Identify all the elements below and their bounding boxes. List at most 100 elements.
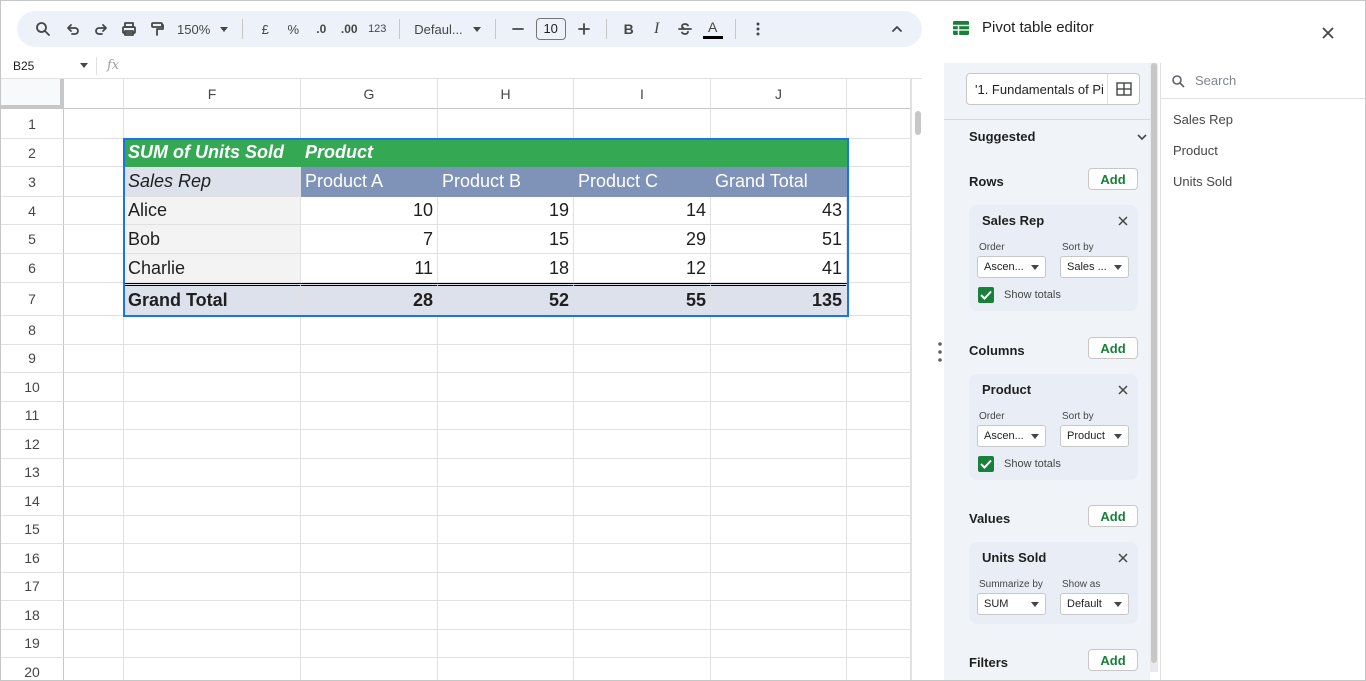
redo-icon[interactable]: [87, 15, 115, 43]
grid-cell[interactable]: [64, 167, 124, 197]
scrollbar-thumb[interactable]: [1151, 63, 1157, 663]
grid-cell[interactable]: [574, 401, 711, 430]
increase-decimal-button[interactable]: .00: [335, 15, 363, 43]
column-header-e[interactable]: [64, 79, 124, 109]
pivot-column-header[interactable]: Product A: [301, 167, 438, 197]
grid-cell[interactable]: [124, 487, 301, 516]
grid-cell[interactable]: [847, 629, 911, 658]
grid-cell[interactable]: [438, 401, 574, 430]
pivot-value-cell[interactable]: 43: [711, 197, 847, 225]
collapse-toolbar-icon[interactable]: [883, 15, 911, 43]
order-select[interactable]: Ascen...: [977, 425, 1046, 447]
pivot-value-cell[interactable]: 19: [438, 197, 574, 225]
grid-cell[interactable]: [301, 658, 438, 680]
row-header[interactable]: 14: [1, 487, 64, 516]
currency-format-button[interactable]: £: [251, 15, 279, 43]
grid-cell[interactable]: [301, 544, 438, 573]
search-menus-icon[interactable]: [29, 15, 57, 43]
column-header-i[interactable]: I: [574, 79, 711, 109]
row-header[interactable]: 12: [1, 430, 64, 459]
grand-total-cell[interactable]: 52: [438, 283, 574, 316]
grid-cell[interactable]: [847, 283, 911, 316]
pivot-row-label[interactable]: Charlie: [124, 254, 301, 283]
grid-cell[interactable]: [64, 572, 124, 601]
font-select[interactable]: Defaul...: [408, 22, 486, 37]
row-header[interactable]: 16: [1, 544, 64, 573]
pivot-value-cell[interactable]: 12: [574, 254, 711, 283]
grid-cell[interactable]: [124, 544, 301, 573]
grand-total-cell[interactable]: 28: [301, 283, 438, 316]
grid-cell[interactable]: [64, 487, 124, 516]
strikethrough-icon[interactable]: [671, 15, 699, 43]
grid-cell[interactable]: [847, 430, 911, 459]
row-header[interactable]: 8: [1, 316, 64, 345]
font-size-input[interactable]: 10: [535, 18, 566, 40]
grid-cell[interactable]: [64, 544, 124, 573]
percent-format-button[interactable]: %: [279, 15, 307, 43]
add-value-button[interactable]: Add: [1088, 505, 1138, 527]
grid-cell[interactable]: [711, 572, 847, 601]
pivot-value-cell[interactable]: 15: [438, 225, 574, 254]
grid-cell[interactable]: [438, 487, 574, 516]
grid-cell[interactable]: [64, 254, 124, 283]
grid-cell[interactable]: [64, 225, 124, 254]
grid-cell[interactable]: [574, 515, 711, 544]
vertical-scrollbar[interactable]: [911, 79, 922, 680]
grid-cell[interactable]: [711, 430, 847, 459]
grid-cell[interactable]: [124, 572, 301, 601]
grid-cell[interactable]: [711, 401, 847, 430]
grid-cell[interactable]: [711, 109, 847, 139]
grid-cell[interactable]: [438, 344, 574, 373]
add-row-button[interactable]: Add: [1088, 168, 1138, 190]
grid-cell[interactable]: [438, 658, 574, 680]
grid-cell[interactable]: [301, 629, 438, 658]
pivot-value-cell[interactable]: 18: [438, 254, 574, 283]
row-header[interactable]: 6: [1, 254, 64, 283]
row-header[interactable]: 17: [1, 572, 64, 601]
close-icon[interactable]: [1117, 215, 1129, 227]
grid-cell[interactable]: [574, 344, 711, 373]
grid-cell[interactable]: [574, 629, 711, 658]
summarize-by-select[interactable]: SUM: [977, 593, 1046, 615]
sort-by-select[interactable]: Sales ...: [1060, 256, 1129, 278]
grid-cell[interactable]: [438, 572, 574, 601]
grid-cell[interactable]: [847, 254, 911, 283]
pivot-value-cell[interactable]: 7: [301, 225, 438, 254]
pivot-value-cell[interactable]: 41: [711, 254, 847, 283]
pivot-value-cell[interactable]: 10: [301, 197, 438, 225]
pivot-header-fill[interactable]: [438, 139, 847, 167]
grid-cell[interactable]: [124, 373, 301, 402]
grid-cell[interactable]: [438, 316, 574, 345]
grand-total-cell[interactable]: 55: [574, 283, 711, 316]
grid-cell[interactable]: [124, 629, 301, 658]
grid-cell[interactable]: [301, 373, 438, 402]
grid-cell[interactable]: [64, 515, 124, 544]
field-item-sales-rep[interactable]: Sales Rep: [1173, 112, 1233, 127]
grid-cell[interactable]: [438, 430, 574, 459]
row-header[interactable]: 13: [1, 458, 64, 487]
grid-cell[interactable]: [124, 344, 301, 373]
grid-cell[interactable]: [711, 373, 847, 402]
zoom-select[interactable]: 150%: [171, 22, 234, 37]
grid-cell[interactable]: [64, 401, 124, 430]
grid-cell[interactable]: [574, 316, 711, 345]
formula-input[interactable]: [127, 57, 922, 75]
pivot-column-header[interactable]: Product C: [574, 167, 711, 197]
grid-cell[interactable]: [574, 601, 711, 630]
pivot-row-label[interactable]: Alice: [124, 197, 301, 225]
grid-cell[interactable]: [847, 197, 911, 225]
grid-cell[interactable]: [574, 373, 711, 402]
row-header[interactable]: 3: [1, 167, 64, 197]
chevron-down-icon[interactable]: [1137, 133, 1147, 141]
row-header[interactable]: 19: [1, 629, 64, 658]
grid-cell[interactable]: [124, 458, 301, 487]
field-item-units-sold[interactable]: Units Sold: [1173, 174, 1232, 189]
grid-cell[interactable]: [847, 139, 911, 167]
grid-cell[interactable]: [574, 572, 711, 601]
field-search[interactable]: Search: [1161, 63, 1365, 99]
grid-cell[interactable]: [64, 430, 124, 459]
grid-cell[interactable]: [64, 601, 124, 630]
close-icon[interactable]: [1318, 23, 1338, 43]
row-header[interactable]: 5: [1, 225, 64, 254]
row-header[interactable]: 15: [1, 515, 64, 544]
